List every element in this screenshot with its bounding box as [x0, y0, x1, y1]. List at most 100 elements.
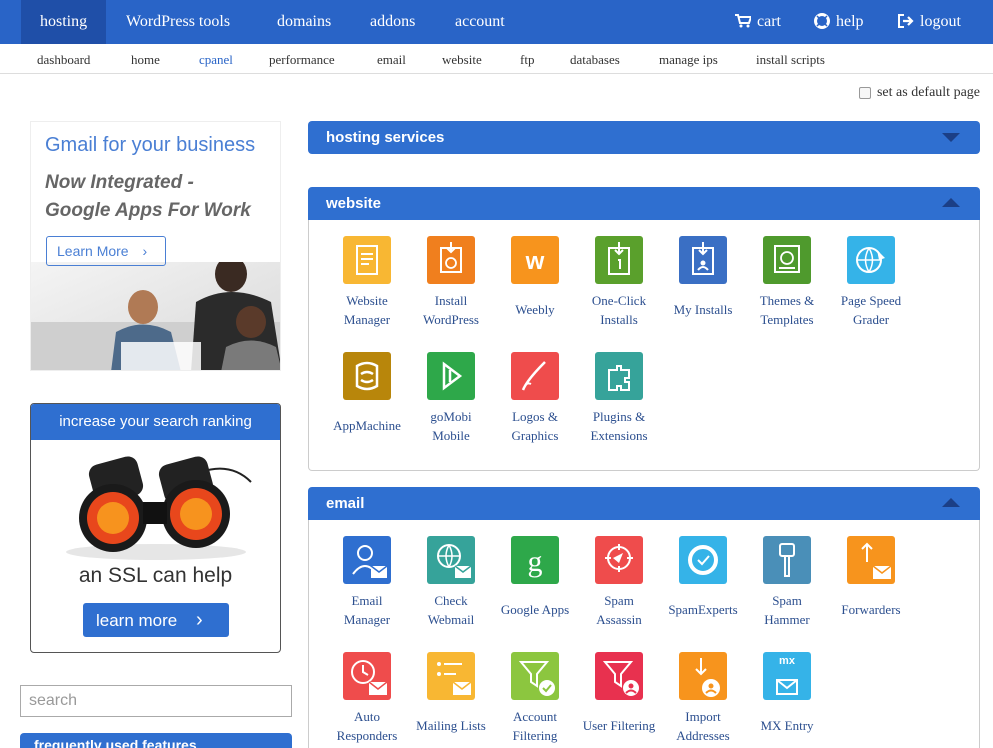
tool-label-line2: Graphics: [511, 428, 559, 443]
tool-mx-entry[interactable]: mx MX Entry: [745, 652, 829, 735]
mx-entry-icon: mx: [763, 652, 811, 700]
tool-label: My Installs: [661, 300, 745, 319]
tool-auto-responders[interactable]: Auto Responders: [325, 652, 409, 745]
tool-spam-assassin[interactable]: Spam Assassin: [577, 536, 661, 629]
tool-label-line1: Check: [434, 593, 468, 608]
ssl-learn-more-button[interactable]: learn more ›: [83, 603, 229, 637]
collapse-arrow-icon[interactable]: [942, 198, 960, 207]
default-page-checkbox[interactable]: [858, 87, 871, 99]
ssl-ad[interactable]: increase your search ranking an SSL can …: [30, 403, 281, 653]
email-panel-title: email: [326, 495, 365, 512]
hosting-services-panel-header[interactable]: hosting services: [308, 121, 980, 154]
tool-email-manager[interactable]: Email Manager: [325, 536, 409, 629]
website-panel-header[interactable]: website: [308, 187, 980, 220]
tool-label: Install WordPress: [409, 291, 493, 329]
sub-navigation: dashboard home cpanel performance email …: [0, 44, 993, 74]
subnav-ftp[interactable]: ftp: [520, 44, 534, 74]
tool-my-installs[interactable]: My Installs: [661, 236, 745, 319]
subnav-email[interactable]: email: [377, 44, 406, 74]
expand-arrow-icon[interactable]: [942, 133, 960, 142]
top-navigation: hosting WordPress tools domains addons a…: [0, 0, 993, 44]
chevron-right-icon: ›: [142, 243, 148, 259]
tool-themes-templates[interactable]: Themes & Templates: [745, 236, 829, 329]
import-addresses-icon: [679, 652, 727, 700]
subnav-performance[interactable]: performance: [269, 44, 335, 74]
gmail-ad-line1: Now Integrated -: [45, 172, 194, 193]
tool-logos-graphics[interactable]: Logos & Graphics: [493, 352, 577, 445]
my-installs-icon: [679, 236, 727, 284]
tool-spam-hammer[interactable]: Spam Hammer: [745, 536, 829, 629]
cart-icon: [735, 14, 753, 28]
tool-forwarders[interactable]: Forwarders: [829, 536, 913, 619]
help-label: help: [836, 13, 864, 30]
subnav-dashboard[interactable]: dashboard: [37, 44, 90, 74]
tool-label-line2: Mobile: [432, 428, 470, 443]
tool-gomobi-mobile[interactable]: goMobi Mobile: [409, 352, 493, 445]
nav-hosting[interactable]: hosting: [21, 0, 107, 44]
appmachine-icon: [343, 352, 391, 400]
tool-user-filtering[interactable]: User Filtering: [577, 652, 661, 735]
tool-label-line1: Plugins &: [592, 409, 646, 424]
tool-label-line2: Installs: [600, 312, 638, 327]
tool-label: Google Apps: [493, 600, 577, 619]
nav-addons[interactable]: addons: [351, 0, 434, 44]
tool-label: Logos & Graphics: [493, 407, 577, 445]
tool-mailing-lists[interactable]: Mailing Lists: [409, 652, 493, 735]
search-input[interactable]: [20, 685, 292, 717]
one-click-installs-icon: [595, 236, 643, 284]
subnav-website[interactable]: website: [442, 44, 482, 74]
nav-logout[interactable]: logout: [879, 0, 980, 44]
tool-label-line2: Manager: [343, 612, 391, 627]
tool-label: Check Webmail: [409, 591, 493, 629]
gmail-ad[interactable]: Gmail for your business Now Integrated -…: [30, 121, 281, 371]
tool-one-click-installs[interactable]: One-Click Installs: [577, 236, 661, 329]
weebly-icon: w: [511, 236, 559, 284]
tool-label: One-Click Installs: [577, 291, 661, 329]
tool-label: Website Manager: [325, 291, 409, 329]
tool-label-line1: Spam: [604, 593, 634, 608]
tool-label-line1: SpamExperts: [668, 602, 738, 617]
tool-spamexperts[interactable]: SpamExperts: [661, 536, 745, 619]
subnav-install-scripts[interactable]: install scripts: [756, 44, 825, 74]
tool-google-apps[interactable]: g Google Apps: [493, 536, 577, 619]
tool-account-filtering[interactable]: Account Filtering: [493, 652, 577, 745]
tool-label: AppMachine: [325, 416, 409, 435]
tool-label-line2: Addresses: [676, 728, 730, 743]
nav-cart[interactable]: cart: [716, 0, 800, 44]
tool-check-webmail[interactable]: Check Webmail: [409, 536, 493, 629]
subnav-manage-ips[interactable]: manage ips: [659, 44, 718, 74]
nav-account[interactable]: account: [436, 0, 524, 44]
mx-badge: mx: [779, 655, 795, 667]
subnav-cpanel[interactable]: cpanel: [199, 44, 233, 74]
tool-page-speed-grader[interactable]: Page Speed Grader: [829, 236, 913, 329]
ssl-ad-caption: an SSL can help: [78, 564, 233, 587]
nav-domains[interactable]: domains: [258, 0, 350, 44]
tool-install-wordpress[interactable]: Install WordPress: [409, 236, 493, 329]
gmail-learn-more-button[interactable]: Learn More ›: [46, 236, 166, 266]
logos-graphics-icon: [511, 352, 559, 400]
subnav-databases[interactable]: databases: [570, 44, 620, 74]
tool-label: Email Manager: [325, 591, 409, 629]
subnav-home[interactable]: home: [131, 44, 160, 74]
tool-label-line2: Extensions: [590, 428, 648, 443]
email-panel-header[interactable]: email: [308, 487, 980, 520]
email-panel-body: Email Manager Check Webmail g Google Apps Spam…: [308, 520, 980, 748]
tool-label: Weebly: [493, 300, 577, 319]
business-people-photo: [31, 262, 280, 370]
tool-weebly[interactable]: w Weebly: [493, 236, 577, 319]
tool-label-line2: Webmail: [427, 612, 475, 627]
gmail-ad-line2: Google Apps For Work: [45, 200, 251, 221]
nav-help[interactable]: help: [795, 0, 883, 44]
default-page-option[interactable]: set as default page: [858, 85, 980, 101]
tool-label-line2: Assassin: [596, 612, 642, 627]
tool-appmachine[interactable]: AppMachine: [325, 352, 409, 435]
collapse-arrow-icon[interactable]: [942, 498, 960, 507]
nav-wordpress-tools[interactable]: WordPress tools: [107, 0, 249, 44]
tool-label: Spam Hammer: [745, 591, 829, 629]
frequently-used-panel-header[interactable]: frequently used features: [20, 733, 292, 748]
tool-website-manager[interactable]: Website Manager: [325, 236, 409, 329]
tool-import-addresses[interactable]: Import Addresses: [661, 652, 745, 745]
tool-plugins-extensions[interactable]: Plugins & Extensions: [577, 352, 661, 445]
google-apps-icon: g: [511, 536, 559, 584]
website-panel-body: Website Manager Install WordPress w Weebly One…: [308, 220, 980, 471]
